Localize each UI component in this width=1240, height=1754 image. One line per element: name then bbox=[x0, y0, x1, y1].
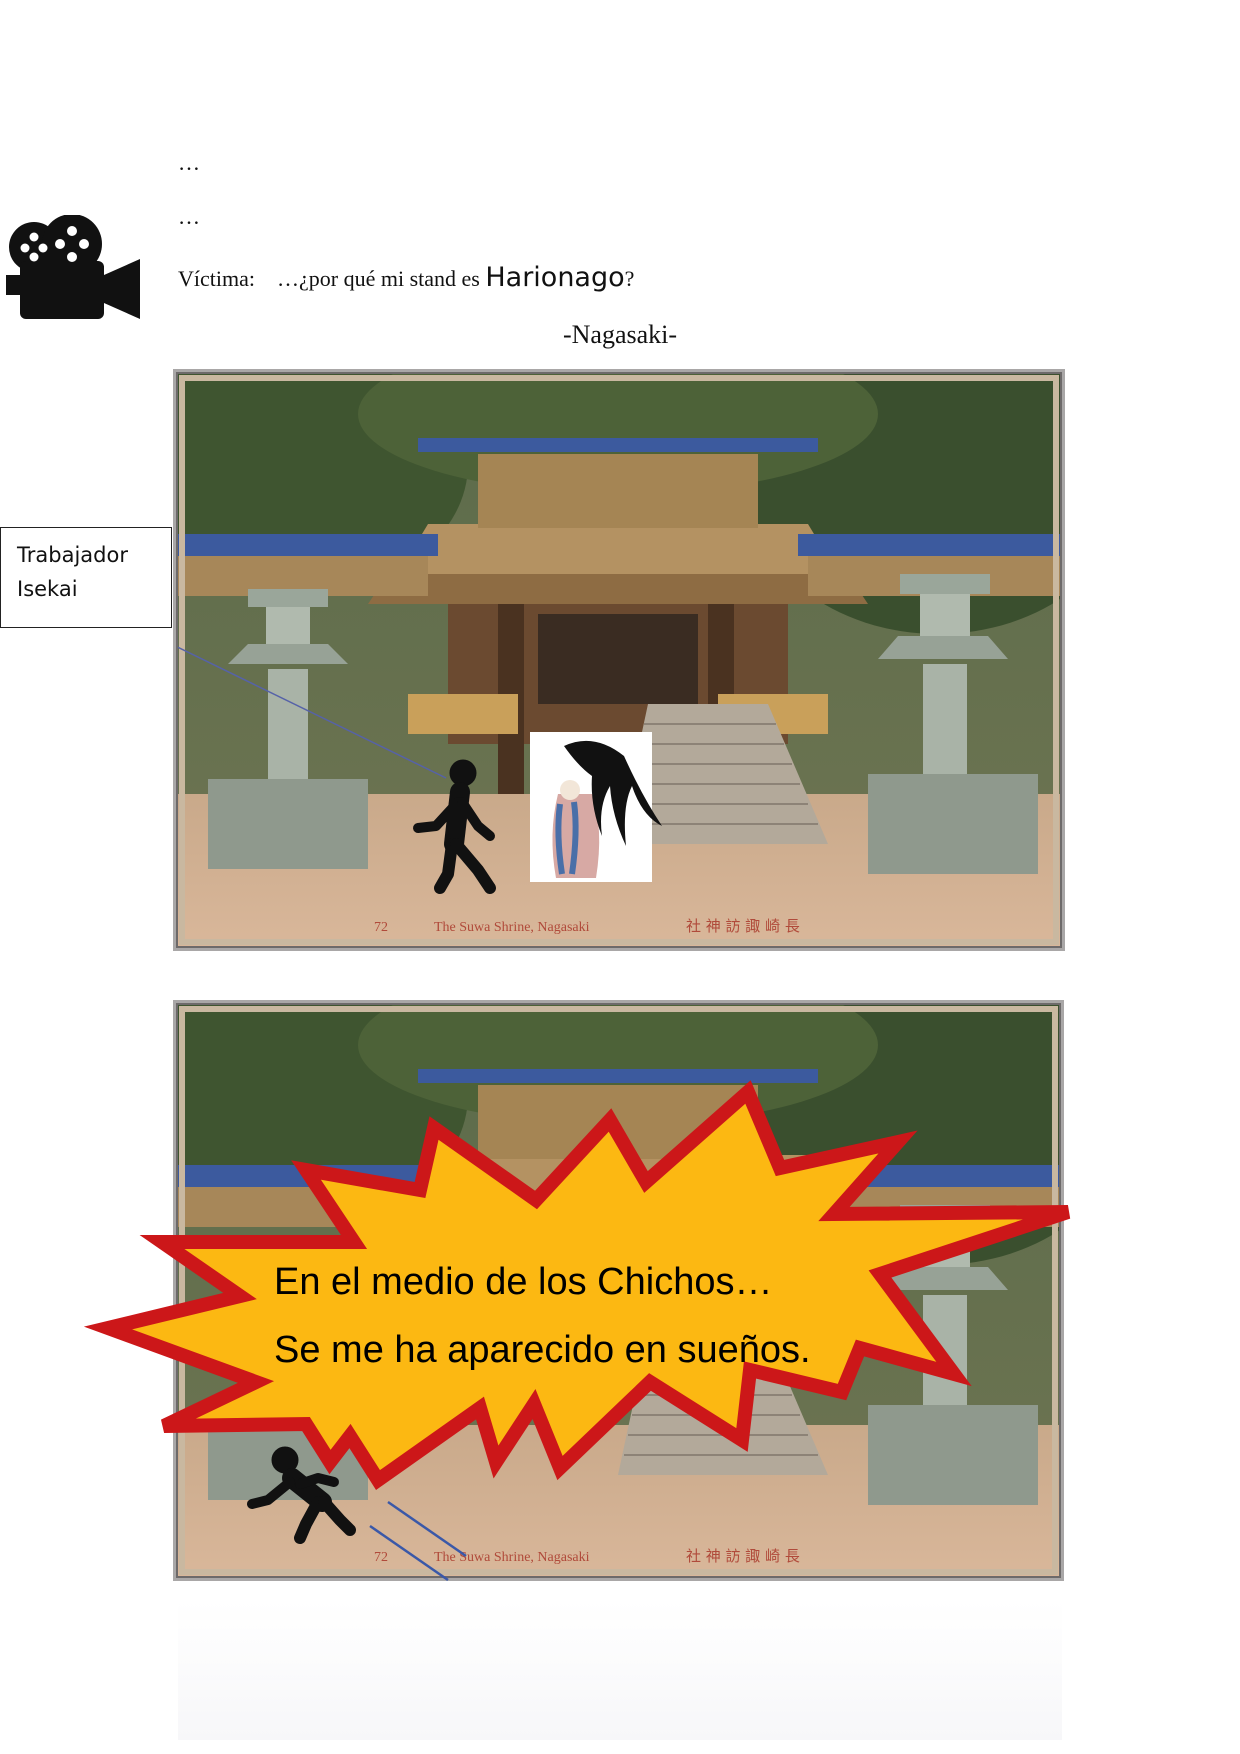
speaker-label: Víctima: bbox=[178, 266, 255, 291]
narration-line-2: Isekai bbox=[17, 577, 78, 601]
harionago-figure bbox=[530, 732, 662, 882]
movie-camera-icon bbox=[6, 215, 140, 319]
location-caption: -Nagasaki- bbox=[562, 320, 678, 349]
dialogue-line: Víctima: …¿por qué mi stand es Harionago? bbox=[178, 262, 634, 293]
postcard-number: 72 bbox=[374, 920, 388, 935]
narration-line-1: Trabajador bbox=[17, 543, 128, 567]
stand-name: Harionago bbox=[485, 262, 625, 293]
postcard-caption-en: The Suwa Shrine, Nagasaki bbox=[434, 1550, 590, 1565]
postcard-number: 72 bbox=[374, 1550, 388, 1565]
comic-panel-1: 72 The Suwa Shrine, Nagasaki 社 神 訪 諏 崎 長 bbox=[178, 374, 1060, 946]
dialogue-text-start: …¿por qué mi stand es bbox=[276, 266, 486, 291]
dialogue-text-end: ? bbox=[624, 266, 635, 291]
postcard-caption-jp: 社 神 訪 諏 崎 長 bbox=[686, 917, 800, 935]
page-footer-area bbox=[178, 1600, 1062, 1740]
shrine-postcard-image-2: 72 The Suwa Shrine, Nagasaki 社 神 訪 諏 崎 長 bbox=[178, 1005, 1059, 1576]
narration-box: Trabajador Isekai bbox=[0, 527, 172, 628]
postcard-caption-en: The Suwa Shrine, Nagasaki bbox=[434, 920, 590, 935]
ellipsis-line-1: … bbox=[178, 150, 200, 175]
comic-panel-2: 72 The Suwa Shrine, Nagasaki 社 神 訪 諏 崎 長 bbox=[178, 1005, 1059, 1576]
ellipsis-line-2: … bbox=[178, 204, 200, 229]
shrine-postcard-image-1: 72 The Suwa Shrine, Nagasaki 社 神 訪 諏 崎 長 bbox=[178, 374, 1060, 946]
postcard-caption-jp: 社 神 訪 諏 崎 長 bbox=[686, 1547, 800, 1565]
